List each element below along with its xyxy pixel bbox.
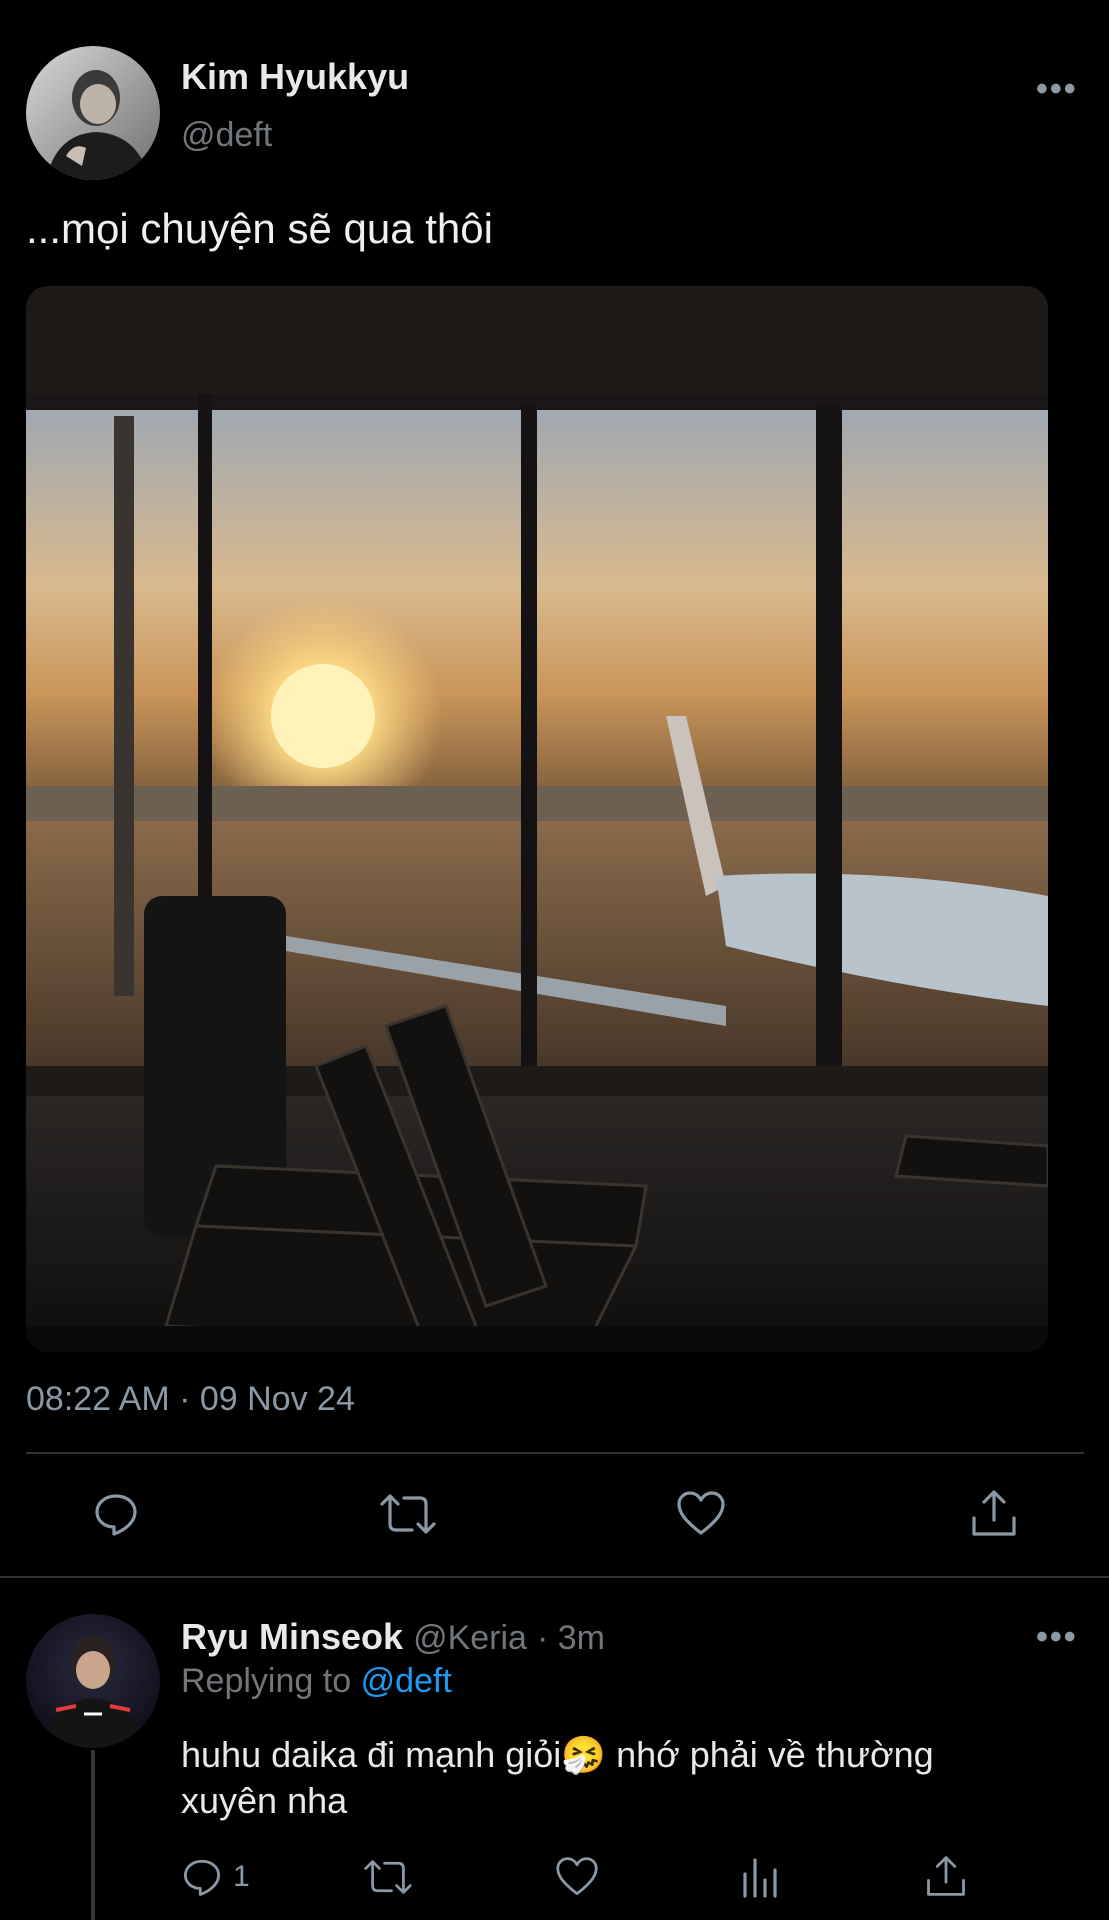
- divider: [0, 1576, 1109, 1578]
- reply-author-handle[interactable]: @Keria: [413, 1619, 527, 1657]
- reply-icon: [183, 1859, 221, 1896]
- replying-to-handle[interactable]: @deft: [361, 1662, 452, 1700]
- reply-text-line-1: huhu daika đi mạnh giỏi🤧 nhớ phải về thư…: [181, 1734, 934, 1775]
- replying-to-label: Replying to: [181, 1662, 352, 1700]
- tweet-timestamp[interactable]: 08:22 AM · 09 Nov 24: [26, 1380, 355, 1419]
- reply-analytics-button[interactable]: [741, 1856, 781, 1898]
- divider: [26, 1452, 1084, 1454]
- author-handle[interactable]: @deft: [181, 116, 272, 155]
- heart-icon: [556, 1857, 598, 1896]
- reply-count: 1: [233, 1860, 250, 1893]
- reply-reply-button[interactable]: 1: [181, 1856, 250, 1898]
- reply-like-button[interactable]: [555, 1856, 599, 1898]
- more-options-icon[interactable]: •••: [1036, 72, 1078, 106]
- reply-icon: [95, 1494, 137, 1536]
- tweet-text: ...mọi chuyện sẽ qua thôi: [26, 205, 493, 252]
- reply-text: huhu daika đi mạnh giỏi🤧 nhớ phải về thư…: [181, 1732, 934, 1824]
- heart-icon: [677, 1491, 725, 1535]
- reply-time[interactable]: · 3m: [537, 1619, 605, 1657]
- reply-author-name[interactable]: Ryu Minseok: [181, 1616, 403, 1657]
- reply-button[interactable]: [92, 1490, 140, 1538]
- share-icon: [927, 1856, 965, 1896]
- replying-to: Replying to @deft: [181, 1662, 452, 1701]
- share-icon: [972, 1490, 1016, 1536]
- share-button[interactable]: [970, 1488, 1018, 1538]
- reply-retweet-button[interactable]: [364, 1856, 412, 1898]
- analytics-icon: [743, 1858, 777, 1898]
- reply-share-button[interactable]: [925, 1854, 967, 1898]
- author-name[interactable]: Kim Hyukkyu: [181, 56, 409, 98]
- retweet-button[interactable]: [380, 1490, 436, 1538]
- retweet-icon: [380, 1494, 436, 1534]
- reply-author-avatar[interactable]: [26, 1614, 160, 1748]
- reply-thread-line: [91, 1750, 95, 1920]
- reply-text-line-2: xuyên nha: [181, 1780, 348, 1821]
- like-button[interactable]: [676, 1490, 726, 1538]
- retweet-icon: [364, 1860, 412, 1894]
- author-avatar[interactable]: [26, 46, 160, 180]
- tweet-photo[interactable]: [26, 286, 1048, 1352]
- reply-header: Ryu Minseok @Keria · 3m: [181, 1616, 605, 1658]
- reply-more-options-icon[interactable]: •••: [1036, 1620, 1078, 1654]
